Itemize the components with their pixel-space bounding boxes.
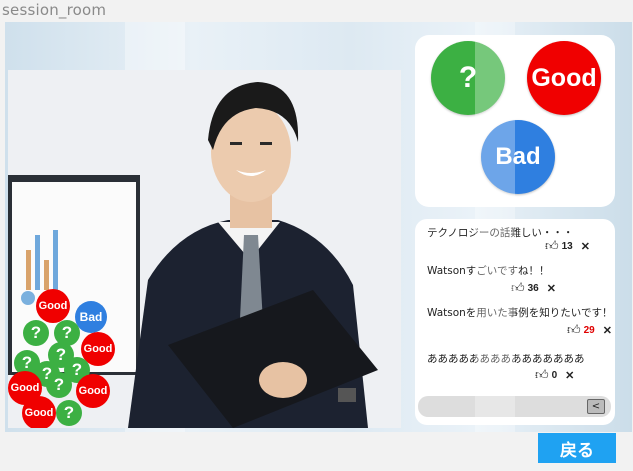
session-stage: Good Bad ? ? Good ? ? ? ? Good ? Good Go… <box>5 22 632 432</box>
speaker-video: Good Bad ? ? Good ? ? ? ? Good ? Good Go… <box>8 70 401 428</box>
floating-good-reaction: Good <box>36 289 70 323</box>
chat-message-meta: 👍︎ 29 ✕ <box>567 322 612 338</box>
delete-icon[interactable]: ✕ <box>603 324 612 337</box>
good-reaction-button[interactable]: Good <box>527 41 601 115</box>
chat-message-text: あああああああああああああああ <box>427 353 585 365</box>
chat-message-text: Watsonすごいですね！！ <box>427 265 550 277</box>
delete-icon[interactable]: ✕ <box>547 282 556 295</box>
floating-good-reaction: Good <box>76 374 110 408</box>
question-reaction-button[interactable]: ? <box>431 41 505 115</box>
chat-message-text: Watsonを用いた事例を知りたいです！ <box>427 307 613 319</box>
send-button[interactable]: < <box>587 399 605 414</box>
floating-question-reaction: ? <box>56 400 82 426</box>
chat-message-meta: 👍︎ 36 ✕ <box>511 280 556 296</box>
delete-icon[interactable]: ✕ <box>581 240 590 253</box>
chat-panel: テクノロジーの話難しい・・・ 👍︎ 13 ✕ Watsonすごいですね！！ 👍︎… <box>415 219 615 425</box>
like-count: 29 <box>583 324 595 336</box>
like-count: 36 <box>527 282 539 294</box>
floating-question-reaction: ? <box>23 320 49 346</box>
chat-message-meta: 👍︎ 0 ✕ <box>535 367 574 383</box>
window-title: session_room <box>2 1 107 19</box>
floating-good-reaction: Good <box>22 396 56 428</box>
chat-input[interactable]: < <box>418 396 611 417</box>
chat-message-meta: 👍︎ 13 ✕ <box>545 238 590 254</box>
thumbs-up-icon[interactable]: 👍︎ <box>535 367 549 383</box>
reaction-panel: ? Good Bad <box>415 35 615 207</box>
like-count: 13 <box>561 240 573 252</box>
thumbs-up-icon[interactable]: 👍︎ <box>511 280 525 296</box>
floating-bad-reaction: Bad <box>75 301 107 333</box>
thumbs-up-icon[interactable]: 👍︎ <box>567 322 581 338</box>
floating-question-reaction: ? <box>46 372 72 398</box>
bad-reaction-button[interactable]: Bad <box>481 120 555 194</box>
delete-icon[interactable]: ✕ <box>565 369 574 382</box>
back-button[interactable]: 戻る <box>538 433 616 463</box>
like-count: 0 <box>551 369 558 381</box>
thumbs-up-icon[interactable]: 👍︎ <box>545 238 559 254</box>
